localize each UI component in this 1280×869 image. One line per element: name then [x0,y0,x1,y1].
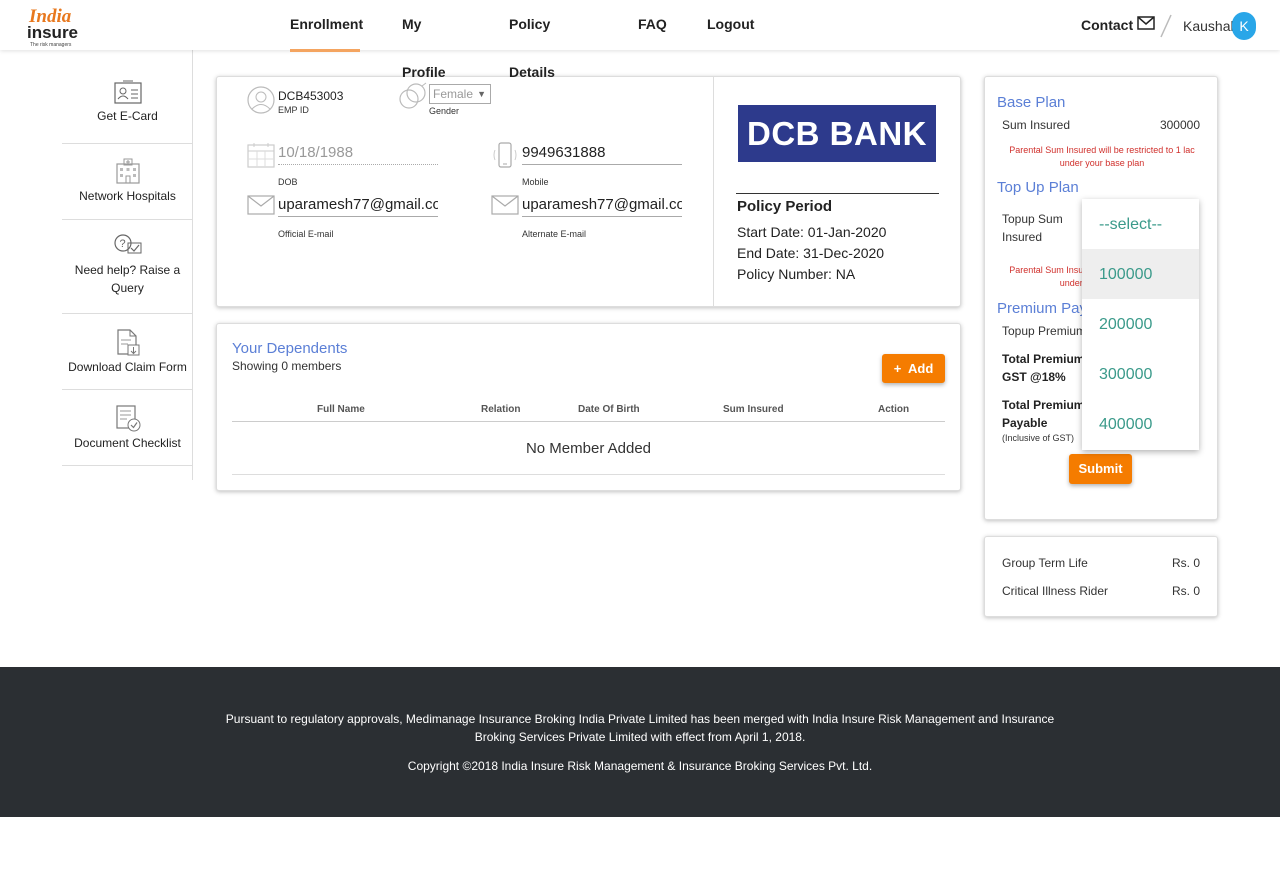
copyright-text: Copyright ©2018 India Insure Risk Manage… [407,759,873,773]
nav-enrollment[interactable]: Enrollment [290,0,363,52]
sidebar-item-download-claim-form[interactable]: Download Claim Form [62,314,193,390]
official-email-label: Official E-mail [278,229,334,239]
group-term-life-label: Group Term Life [1002,556,1088,570]
contact-label: Contact [1081,16,1134,33]
top-up-plan-heading: Top Up Plan [997,179,1079,196]
help-query-icon: ? [62,233,193,257]
sidebar-item-label: Need help? Raise a Query [74,263,181,295]
policy-start-date: Start Date: 01-Jan-2020 [737,224,887,240]
alternate-email-field[interactable]: uparamesh77@gmail.com [522,195,682,217]
sidebar-item-get-ecard[interactable]: Get E-Card [62,80,193,144]
svg-text:?: ? [119,238,125,250]
dropdown-option-200000[interactable]: 200000 [1082,299,1199,349]
policy-end-date: End Date: 31-Dec-2020 [737,245,885,261]
nav-faq[interactable]: FAQ [638,0,668,50]
column-header-relation[interactable]: Relation [481,404,520,415]
sidebar-item-label: Network Hospitals [79,189,176,203]
contact-link[interactable]: Contact [1081,16,1155,33]
add-dependent-button[interactable]: + Add [882,354,945,383]
plus-icon: + [893,361,902,376]
mobile-label: Mobile [522,177,549,187]
hospital-icon [62,158,193,184]
main-nav: Enrollment My Profile Policy Details FAQ… [290,0,755,80]
dependents-title: Your Dependents [232,340,348,357]
sidebar-item-label: Download Claim Form [68,360,187,374]
topup-sum-dropdown[interactable]: --select-- 100000 200000 300000 400000 [1082,199,1199,450]
nav-policy-details[interactable]: Policy Details [509,0,599,80]
download-form-icon [62,328,193,356]
dob-field[interactable]: 10/18/1988 [278,143,438,165]
dependents-card: Your Dependents Showing 0 members + Add … [216,323,961,491]
sidebar-item-network-hospitals[interactable]: Network Hospitals [62,144,193,220]
top-navbar: India insure The risk managers Enrollmen… [0,0,1280,80]
policy-divider [736,193,939,194]
user-avatar[interactable]: K [1232,12,1256,40]
dob-label: DOB [278,177,298,187]
critical-illness-label: Critical Illness Rider [1002,584,1109,598]
emp-id-value: DCB453003 [278,89,344,103]
mobile-icon [491,141,519,174]
add-button-label: Add [908,361,934,376]
chevron-down-icon: ▼ [477,89,486,99]
merger-notice: Pursuant to regulatory approvals, Medima… [225,712,1055,744]
topup-premium-label: Topup Premium [1002,324,1087,338]
sidebar-item-label: Document Checklist [74,436,181,450]
mail-icon [1137,16,1155,33]
page-footer: Pursuant to regulatory approvals, Medima… [0,667,1280,817]
emp-id-label: EMP ID [278,105,309,115]
dropdown-option-400000[interactable]: 400000 [1082,399,1199,449]
employee-profile-card: DCB453003 EMP ID Female ▼ Gender 10/18/1… [216,76,961,307]
group-term-life-value: Rs. 0 [1171,556,1200,570]
column-header-full-name[interactable]: Full Name [317,404,365,415]
sidebar-item-raise-query[interactable]: ? Need help? Raise a Query [62,220,193,314]
mobile-field[interactable]: 9949631888 [522,143,682,165]
sidebar-item-document-checklist[interactable]: Document Checklist [62,390,193,466]
alternate-email-label: Alternate E-mail [522,229,587,239]
card-divider [713,77,714,306]
table-footer-divider [232,474,945,475]
critical-illness-value: Rs. 0 [1171,584,1200,598]
column-header-sum-insured[interactable]: Sum Insured [723,404,784,415]
column-header-dob[interactable]: Date Of Birth [578,404,640,415]
gender-label: Gender [429,106,460,116]
nav-my-profile[interactable]: My Profile [402,0,468,80]
header-divider [1160,14,1172,38]
svg-text:insure: insure [27,23,78,42]
dcb-bank-logo: DCB BANK [738,105,936,162]
policy-period-title: Policy Period [737,198,833,215]
india-insure-logo[interactable]: India insure The risk managers [27,4,89,48]
checklist-icon [62,404,193,432]
sidebar: Get E-Card Network Hospitals ? Need help… [62,50,193,480]
user-name[interactable]: Kaushal [1183,18,1234,34]
envelope-icon [491,195,519,220]
total-premium-payable-label: Total Premium Payable [1002,398,1085,430]
topup-sum-label: Topup Sum Insured [1002,212,1063,244]
additional-cover-card: Group Term Life Rs. 0 Critical Illness R… [984,536,1218,617]
svg-text:The risk managers: The risk managers [30,42,72,48]
calendar-icon [247,142,275,173]
column-header-action[interactable]: Action [878,404,909,415]
dependents-count: Showing 0 members [232,359,342,373]
nav-logout[interactable]: Logout [707,0,755,50]
sum-insured-label: Sum Insured [1002,118,1071,132]
dropdown-option-300000[interactable]: 300000 [1082,349,1199,399]
sum-insured-value: 300000 [1159,118,1200,132]
id-card-icon [62,80,193,104]
inclusive-gst-note: (Inclusive of GST) [1002,433,1075,443]
submit-button[interactable]: Submit [1069,454,1132,484]
dropdown-option-100000[interactable]: 100000 [1082,249,1199,299]
sidebar-item-label: Get E-Card [97,109,158,123]
total-premium-gst-label: Total Premium GST @18% [1002,352,1085,384]
empty-table-message: No Member Added [525,440,652,457]
base-plan-note: Parental Sum Insured will be restricted … [1009,145,1195,168]
envelope-icon [247,195,275,220]
policy-number: Policy Number: NA [737,266,856,282]
official-email-field[interactable]: uparamesh77@gmail.com [278,195,438,217]
table-header-divider [232,421,945,422]
user-icon [247,86,275,119]
base-plan-heading: Base Plan [997,94,1066,111]
dropdown-option-select[interactable]: --select-- [1082,199,1199,249]
